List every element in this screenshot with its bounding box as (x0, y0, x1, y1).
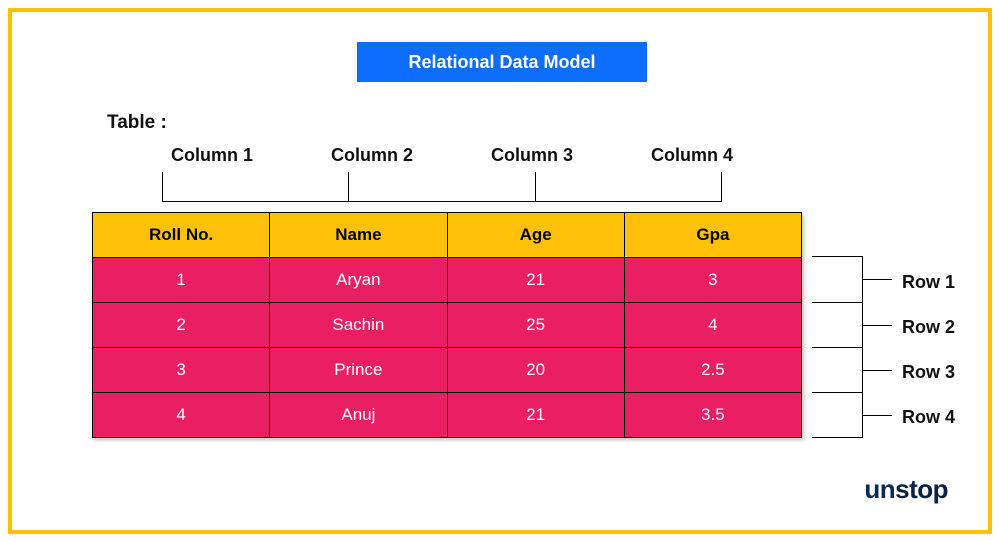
row-bracket-line (812, 347, 862, 348)
header-age: Age (447, 213, 624, 258)
row-bracket-connector (862, 325, 892, 326)
diagram-frame: Relational Data Model Table : Column 1 C… (8, 8, 992, 534)
cell-gpa: 3 (624, 258, 801, 303)
cell-rollno: 3 (93, 348, 270, 393)
row-bracket-vbar (862, 256, 863, 438)
row-bracket-connector (862, 279, 892, 280)
row-bracket-line (812, 302, 862, 303)
table-row: 3 Prince 20 2.5 (93, 348, 802, 393)
cell-name: Aryan (270, 258, 447, 303)
cell-rollno: 1 (93, 258, 270, 303)
column-labels-row: Column 1 Column 2 Column 3 Column 4 (162, 145, 742, 166)
cell-age: 21 (447, 393, 624, 438)
row-bracket-line (812, 392, 862, 393)
row-labels-column: Row 1 Row 2 Row 3 Row 4 (902, 260, 955, 440)
cell-rollno: 2 (93, 303, 270, 348)
row-bracket (812, 256, 892, 438)
row-label-1: Row 1 (902, 260, 955, 305)
row-bracket-connector (862, 370, 892, 371)
column-label-2: Column 2 (322, 145, 422, 166)
row-bracket-connector (862, 415, 892, 416)
row-label-4: Row 4 (902, 395, 955, 440)
cell-gpa: 2.5 (624, 348, 801, 393)
table-label: Table : (107, 112, 167, 134)
cell-name: Sachin (270, 303, 447, 348)
row-label-2: Row 2 (902, 305, 955, 350)
unstop-logo: unstop (864, 474, 948, 505)
table-row: 4 Anuj 21 3.5 (93, 393, 802, 438)
title-bar: Relational Data Model (357, 42, 647, 82)
column-label-1: Column 1 (162, 145, 262, 166)
row-bracket-line (812, 437, 862, 438)
header-gpa: Gpa (624, 213, 801, 258)
table-row: 1 Aryan 21 3 (93, 258, 802, 303)
column-bracket-tick (348, 172, 349, 202)
cell-rollno: 4 (93, 393, 270, 438)
cell-age: 21 (447, 258, 624, 303)
logo-part-stop: stop (895, 474, 948, 504)
header-rollno: Roll No. (93, 213, 270, 258)
cell-name: Anuj (270, 393, 447, 438)
cell-age: 25 (447, 303, 624, 348)
logo-part-un: un (864, 474, 895, 504)
cell-gpa: 3.5 (624, 393, 801, 438)
cell-name: Prince (270, 348, 447, 393)
table-header-row: Roll No. Name Age Gpa (93, 213, 802, 258)
column-label-3: Column 3 (482, 145, 582, 166)
column-bracket (162, 172, 722, 202)
title-text: Relational Data Model (408, 52, 595, 73)
table-row: 2 Sachin 25 4 (93, 303, 802, 348)
row-label-3: Row 3 (902, 350, 955, 395)
column-label-4: Column 4 (642, 145, 742, 166)
cell-age: 20 (447, 348, 624, 393)
row-bracket-line (812, 256, 862, 257)
data-table: Roll No. Name Age Gpa 1 Aryan 21 3 2 Sac… (92, 212, 802, 438)
cell-gpa: 4 (624, 303, 801, 348)
column-bracket-tick (535, 172, 536, 202)
header-name: Name (270, 213, 447, 258)
